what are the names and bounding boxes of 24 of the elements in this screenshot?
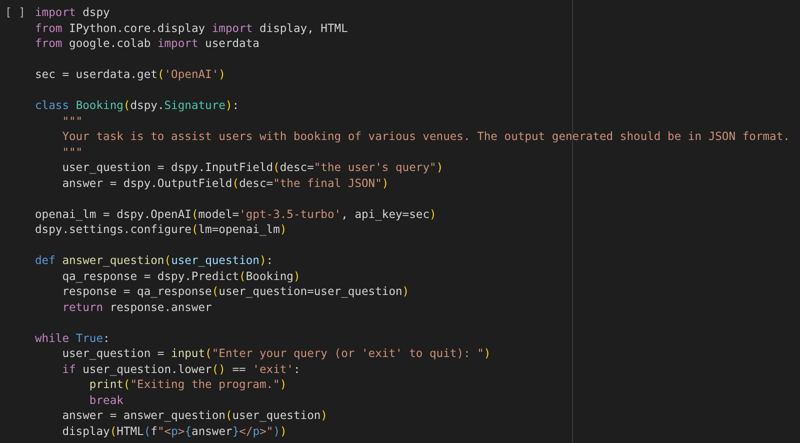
code-line: break <box>88 392 124 408</box>
code-line: class Booking(dspy.Signature): <box>35 98 240 114</box>
execution-count-marker: [ ] <box>5 5 26 20</box>
code-line: import dspy <box>35 5 110 20</box>
code-line: user_question = input("Enter your query (or 'exit' to quit): ") <box>61 346 491 362</box>
code-line: user_question = dspy.InputField(desc="the user's query") <box>61 160 444 176</box>
code-line: response = qa_response(user_question=user_question) <box>61 284 410 300</box>
code-line: from google.colab import userdata <box>35 36 260 52</box>
code-line: qa_response = dspy.Predict(Booking) <box>61 268 300 284</box>
code-line: answer = dspy.OutputField(desc="the final JSON") <box>61 176 389 191</box>
code-line: return response.answer <box>61 300 212 315</box>
code-line: print("Exiting the program.") <box>88 377 287 392</box>
code-line: if user_question.lower() == 'exit': <box>61 362 300 377</box>
code-line: """ <box>61 114 83 129</box>
code-line: def answer_question(user_question): <box>35 253 274 268</box>
code-line: dspy.settings.configure(lm=openai_lm) <box>35 222 287 238</box>
code-line: openai_lm = dspy.OpenAI(model='gpt-3.5-turbo', api_key=sec) <box>35 206 436 222</box>
code-line: Your task is to assist users with booking of various venues. The output generated should be in JSON format. <box>61 129 790 144</box>
code-line: sec = userdata.get('OpenAI') <box>35 67 226 82</box>
code-line: while True: <box>35 330 110 346</box>
code-line: answer = answer_question(user_question) <box>61 408 328 424</box>
code-line: display(HTML(f"<p>{answer}</p>")) <box>61 424 287 439</box>
code-line: """ <box>61 144 83 160</box>
code-line: from IPython.core.display import display, HTML <box>35 20 348 36</box>
